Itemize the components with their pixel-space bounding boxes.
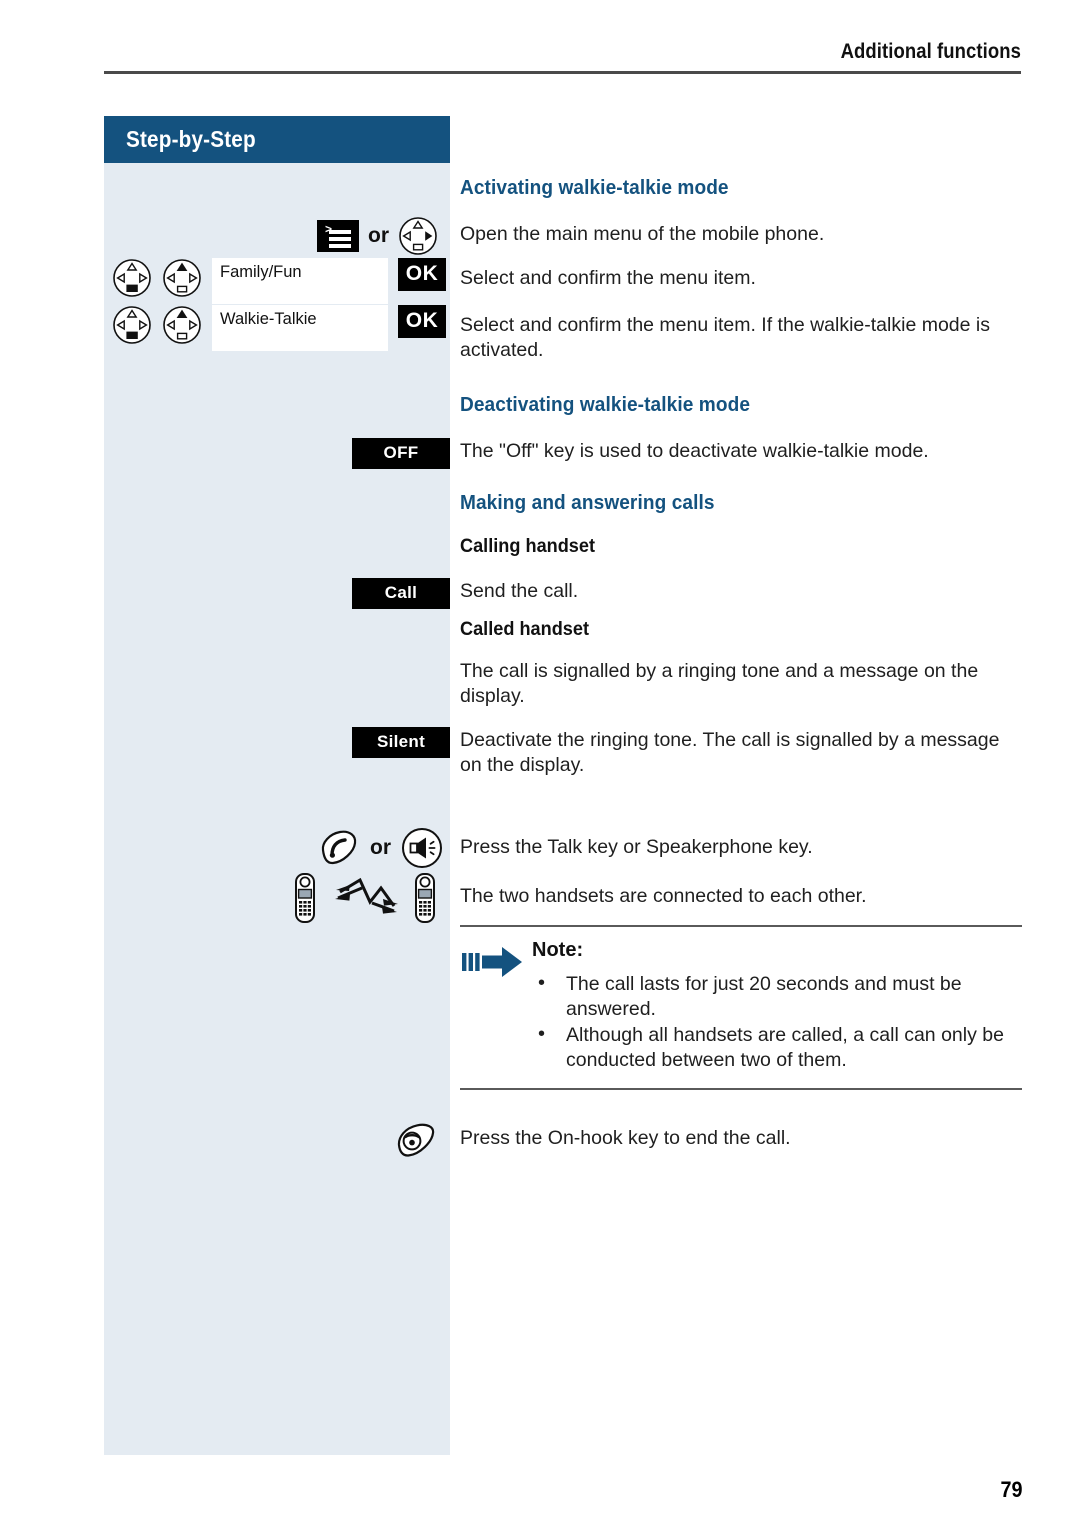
menu-key-line: [329, 244, 351, 248]
step-handsets-connected: The two handsets are connected to each o…: [0, 872, 1080, 926]
text-off-key: The "Off" key is used to deactivate walk…: [460, 440, 929, 462]
menu-key-line: [329, 237, 351, 241]
subheading-calling-handset: Calling handset: [460, 535, 596, 557]
nav-key-up-icon[interactable]: [162, 258, 202, 298]
note-bullet-item: • The call lasts for just 20 seconds and…: [538, 972, 1022, 1022]
heading-deactivating: Deactivating walkie-talkie mode: [460, 393, 751, 416]
running-head-title: Additional functions: [840, 40, 1021, 63]
display-text: Walkie-Talkie: [220, 310, 317, 328]
nav-key-down-icon[interactable]: [112, 305, 152, 345]
text-select-family-fun: Select and confirm the menu item.: [460, 267, 756, 289]
ok-key[interactable]: OK: [398, 258, 446, 291]
on-hook-key-icon[interactable]: [394, 1120, 438, 1160]
bullet-icon: •: [538, 972, 546, 994]
running-head: Additional functions: [104, 40, 1021, 74]
note-bullet-text: The call lasts for just 20 seconds and m…: [566, 973, 962, 1020]
or-label: or: [368, 224, 389, 247]
step-call-key: Call Send the call.: [0, 578, 1080, 612]
step-by-step-header: Step-by-Step: [104, 116, 450, 163]
off-key[interactable]: OFF: [352, 438, 450, 469]
running-head-rule: [104, 71, 1021, 74]
call-key[interactable]: Call: [352, 578, 450, 609]
or-label: or: [370, 836, 391, 859]
note-bullet-text: Although all handsets are called, a call…: [566, 1024, 1004, 1071]
speakerphone-key-icon[interactable]: [401, 827, 443, 869]
step-on-hook-key: Press the On-hook key to end the call.: [0, 1120, 1080, 1164]
note-title: Note:: [532, 939, 584, 961]
handset-icon: [290, 872, 320, 924]
nav-key-down-icon[interactable]: [112, 258, 152, 298]
step-off-key: OFF The "Off" key is used to deactivate …: [0, 438, 1080, 472]
subheading-called-handset: Called handset: [460, 618, 589, 640]
step-talk-or-speakerphone: or Press the Talk key or Speakerphone ke…: [0, 827, 1080, 873]
text-select-walkie-talkie: Select and confirm the menu item. If the…: [460, 314, 990, 361]
text-handsets-connected: The two handsets are connected to each o…: [460, 885, 867, 907]
ok-key[interactable]: OK: [398, 305, 446, 338]
page-number: 79: [999, 1477, 1022, 1502]
menu-key-icon[interactable]: >: [317, 220, 359, 252]
handset-icon: [410, 872, 440, 924]
signal-arrows-icon: [326, 872, 404, 924]
note-bullet-list: • The call lasts for just 20 seconds and…: [460, 972, 1022, 1073]
note-bullet-item: • Although all handsets are called, a ca…: [538, 1023, 1022, 1073]
menu-key-line: [329, 230, 351, 234]
step-by-step-title: Step-by-Step: [126, 126, 256, 152]
nav-key-up-icon[interactable]: [162, 305, 202, 345]
text-on-hook-key: Press the On-hook key to end the call.: [460, 1127, 791, 1149]
step-silent-key: Silent Deactivate the ringing tone. The …: [0, 727, 1080, 785]
step-open-main-menu: > or Open the main menu of the mobile ph…: [0, 216, 1080, 260]
text-silent-key: Deactivate the ringing tone. The call is…: [460, 729, 1000, 776]
note-box: Note: • The call lasts for just 20 secon…: [460, 925, 1022, 1090]
text-talk-or-speakerphone: Press the Talk key or Speakerphone key.: [460, 836, 813, 858]
silent-key[interactable]: Silent: [352, 727, 450, 758]
display-box-family-fun: Family/Fun: [212, 258, 388, 304]
display-text: Family/Fun: [220, 263, 302, 281]
nav-key-right-icon[interactable]: [398, 216, 438, 256]
bullet-icon: •: [538, 1023, 546, 1045]
text-ringing-tone: The call is signalled by a ringing tone …: [460, 660, 979, 707]
heading-making-calls: Making and answering calls: [460, 491, 715, 514]
text-open-main-menu: Open the main menu of the mobile phone.: [460, 223, 825, 245]
step-select-family-fun: Family/Fun OK Select and confirm the men…: [0, 258, 1080, 306]
text-call-key: Send the call.: [460, 580, 579, 602]
heading-activating: Activating walkie-talkie mode: [460, 176, 729, 199]
talk-key-icon[interactable]: [316, 828, 360, 868]
step-select-walkie-talkie: Walkie-Talkie OK Select and confirm the …: [0, 305, 1080, 361]
note-arrow-icon: [462, 945, 524, 979]
display-box-walkie-talkie: Walkie-Talkie: [212, 305, 388, 351]
